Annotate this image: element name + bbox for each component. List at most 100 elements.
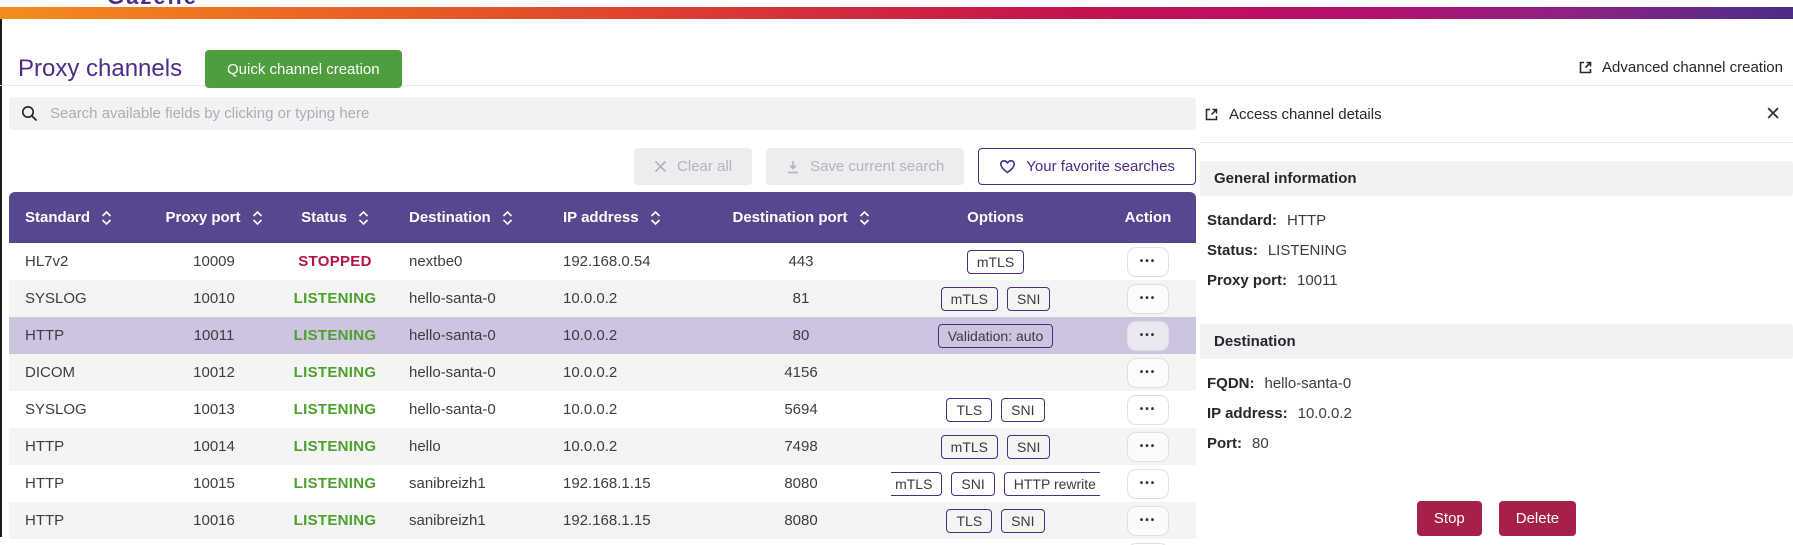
col-header-proxy-port[interactable]: Proxy port bbox=[149, 209, 279, 226]
row-actions-button[interactable]: ••• bbox=[1127, 321, 1169, 351]
cell-status: LISTENING bbox=[279, 327, 391, 344]
option-chip-mtls: mTLS bbox=[941, 287, 998, 311]
table-row[interactable]: SYSLOG10013LISTENINGhello-santa-010.0.0.… bbox=[9, 391, 1196, 428]
cell-action: ••• bbox=[1100, 506, 1196, 536]
table-row[interactable]: DICOM10012LISTENINGhello-santa-010.0.0.2… bbox=[9, 354, 1196, 391]
detail-field-fqdn-: FQDN:hello-santa-0 bbox=[1207, 375, 1793, 392]
table-row[interactable]: HTTP10011LISTENINGhello-santa-010.0.0.28… bbox=[9, 317, 1196, 354]
option-chip-sni: SNI bbox=[1001, 398, 1044, 422]
section-header-destination: Destination bbox=[1200, 324, 1793, 359]
cell-ip-address: 10.0.0.2 bbox=[541, 438, 711, 455]
clear-all-button[interactable]: Clear all bbox=[634, 148, 752, 185]
cell-proxy-port: 10013 bbox=[149, 401, 279, 418]
field-value: hello-santa-0 bbox=[1265, 375, 1352, 392]
field-value: LISTENING bbox=[1268, 242, 1347, 259]
cell-status: LISTENING bbox=[279, 438, 391, 455]
cell-status: LISTENING bbox=[279, 401, 391, 418]
cell-status: LISTENING bbox=[279, 512, 391, 529]
row-actions-button[interactable]: ••• bbox=[1127, 469, 1169, 499]
status-badge: LISTENING bbox=[294, 364, 377, 381]
sort-icon[interactable] bbox=[252, 210, 263, 226]
cell-options: mTLSSNI bbox=[891, 435, 1100, 459]
cell-action: ••• bbox=[1100, 395, 1196, 425]
row-actions-button[interactable]: ••• bbox=[1127, 506, 1169, 536]
cell-action: ••• bbox=[1100, 284, 1196, 314]
table-body: HL7v210009STOPPEDnextbe0192.168.0.54443m… bbox=[9, 243, 1196, 539]
col-header-destination[interactable]: Destination bbox=[391, 209, 541, 226]
option-chip-http-rewrite: HTTP rewrite bbox=[1004, 472, 1100, 496]
cell-proxy-port: 10016 bbox=[149, 512, 279, 529]
field-label: IP address: bbox=[1207, 405, 1288, 422]
heart-icon bbox=[999, 159, 1016, 174]
sort-icon[interactable] bbox=[101, 210, 112, 226]
close-icon[interactable]: ✕ bbox=[1765, 105, 1789, 124]
details-sections: General informationStandard:HTTPStatus:L… bbox=[1200, 161, 1793, 469]
search-bar[interactable] bbox=[9, 97, 1196, 130]
proxy-channels-page: Gazelle Proxy channels Quick channel cre… bbox=[0, 0, 1793, 545]
status-badge: LISTENING bbox=[294, 327, 377, 344]
cell-destination-port: 443 bbox=[711, 253, 891, 270]
cell-destination-port: 7498 bbox=[711, 438, 891, 455]
option-chip-mtls: mTLS bbox=[967, 250, 1024, 274]
favorite-searches-button[interactable]: Your favorite searches bbox=[978, 148, 1196, 185]
search-icon bbox=[21, 105, 38, 122]
field-label: Proxy port: bbox=[1207, 272, 1287, 289]
cell-ip-address: 10.0.0.2 bbox=[541, 290, 711, 307]
status-badge: LISTENING bbox=[294, 438, 377, 455]
brand-logo: Gazelle bbox=[0, 0, 400, 7]
col-header-label: IP address bbox=[563, 209, 639, 226]
table-row[interactable]: HL7v210009STOPPEDnextbe0192.168.0.54443m… bbox=[9, 243, 1196, 280]
delete-button[interactable]: Delete bbox=[1499, 501, 1576, 536]
option-chip-mtls: mTLS bbox=[891, 472, 942, 496]
col-header-standard[interactable]: Standard bbox=[9, 209, 149, 226]
col-header-destination-port[interactable]: Destination port bbox=[711, 209, 891, 226]
col-header-ip-address[interactable]: IP address bbox=[541, 209, 711, 226]
detail-field-status-: Status: LISTENING bbox=[1207, 242, 1793, 259]
section-fields: FQDN:hello-santa-0IP address:10.0.0.2Por… bbox=[1200, 359, 1793, 469]
details-panel-header: Access channel details ✕ bbox=[1200, 86, 1793, 143]
sort-icon[interactable] bbox=[859, 210, 870, 226]
table-row[interactable]: HTTP10015LISTENINGsanibreizh1192.168.1.1… bbox=[9, 465, 1196, 502]
cell-proxy-port: 10015 bbox=[149, 475, 279, 492]
cell-destination: sanibreizh1 bbox=[391, 512, 541, 529]
cell-status: LISTENING bbox=[279, 364, 391, 381]
table-row[interactable]: HTTP10014LISTENINGhello10.0.0.27498mTLSS… bbox=[9, 428, 1196, 465]
field-label: Port: bbox=[1207, 435, 1242, 452]
external-link-icon bbox=[1578, 60, 1593, 75]
table-row[interactable]: HTTP10016LISTENINGsanibreizh1192.168.1.1… bbox=[9, 502, 1196, 539]
cell-ip-address: 192.168.1.15 bbox=[541, 475, 711, 492]
sort-icon[interactable] bbox=[358, 210, 369, 226]
col-header-label: Standard bbox=[25, 209, 90, 226]
sort-icon[interactable] bbox=[502, 210, 513, 226]
advanced-channel-creation-link[interactable]: Advanced channel creation bbox=[1578, 59, 1783, 76]
row-actions-button[interactable]: ••• bbox=[1127, 432, 1169, 462]
channel-details-panel: Access channel details ✕ General informa… bbox=[1200, 86, 1793, 545]
table-row-partial[interactable]: ••• bbox=[9, 539, 1196, 545]
table-row[interactable]: SYSLOG10010LISTENINGhello-santa-010.0.0.… bbox=[9, 280, 1196, 317]
save-current-search-button[interactable]: Save current search bbox=[766, 148, 964, 185]
col-header-label: Status bbox=[301, 209, 347, 226]
cell-ip-address: 192.168.1.15 bbox=[541, 512, 711, 529]
field-label: Standard: bbox=[1207, 212, 1277, 229]
option-chip-sni: SNI bbox=[1007, 287, 1050, 311]
row-actions-button[interactable]: ••• bbox=[1127, 358, 1169, 388]
cell-action: ••• bbox=[1100, 321, 1196, 351]
cell-standard: HTTP bbox=[9, 438, 149, 455]
sort-icon[interactable] bbox=[650, 210, 661, 226]
row-actions-button[interactable]: ••• bbox=[1127, 284, 1169, 314]
quick-channel-creation-button[interactable]: Quick channel creation bbox=[205, 50, 402, 88]
field-label: Status: bbox=[1207, 242, 1258, 259]
cell-destination-port: 81 bbox=[711, 290, 891, 307]
col-header-status[interactable]: Status bbox=[279, 209, 391, 226]
col-header-label: Destination port bbox=[733, 209, 848, 226]
detail-field-standard-: Standard:HTTP bbox=[1207, 212, 1793, 229]
stop-button[interactable]: Stop bbox=[1417, 501, 1482, 536]
row-actions-button[interactable]: ••• bbox=[1127, 395, 1169, 425]
field-value: 80 bbox=[1252, 435, 1269, 452]
cell-options: Validation: auto bbox=[891, 324, 1100, 348]
cell-action: ••• bbox=[1100, 358, 1196, 388]
row-actions-button[interactable]: ••• bbox=[1127, 247, 1169, 277]
search-input[interactable] bbox=[50, 105, 1184, 122]
cell-standard: SYSLOG bbox=[9, 290, 149, 307]
option-chip-validation-auto: Validation: auto bbox=[938, 324, 1053, 348]
